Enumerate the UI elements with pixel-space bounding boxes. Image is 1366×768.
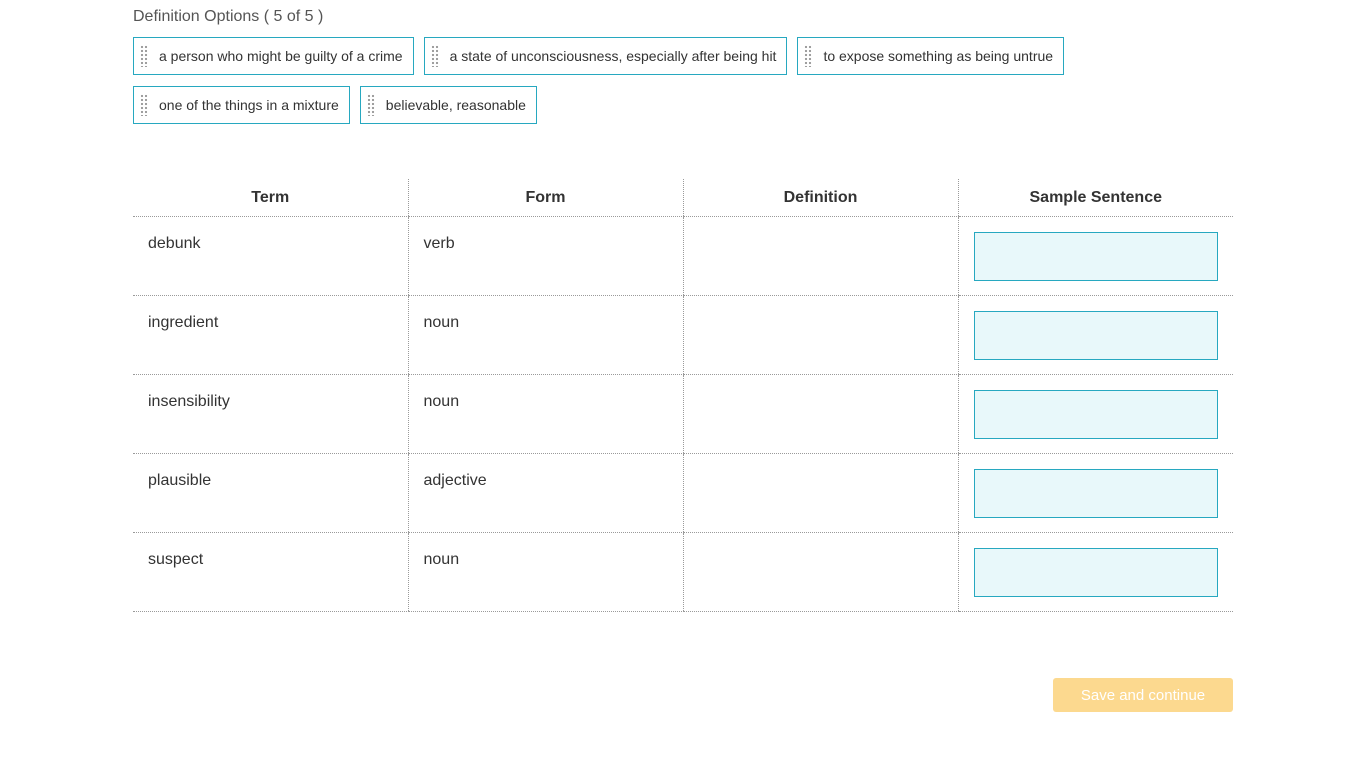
sample-sentence-cell (957, 295, 1233, 375)
definition-option-text: a state of unconsciousness, especially a… (449, 48, 777, 64)
sample-sentence-cell (957, 532, 1233, 612)
sample-sentence-cell (957, 453, 1233, 533)
sample-sentence-input[interactable] (973, 469, 1218, 518)
definition-option-chip[interactable]: a state of unconsciousness, especially a… (423, 37, 788, 75)
column-header-form: Form (407, 179, 683, 217)
table-row: insensibility noun (133, 374, 1233, 454)
definition-option-text: believable, reasonable (385, 97, 526, 113)
table-header-row: Term Form Definition Sample Sentence (133, 179, 1233, 217)
definition-option-text: to expose something as being untrue (823, 48, 1054, 64)
form-cell: adjective (407, 453, 683, 533)
table-row: ingredient noun (133, 295, 1233, 375)
sample-sentence-cell (957, 216, 1233, 296)
term-cell: debunk (133, 216, 408, 296)
definition-option-chip[interactable]: a person who might be guilty of a crime (133, 37, 414, 75)
sample-sentence-cell (957, 374, 1233, 454)
term-cell: plausible (133, 453, 408, 533)
instruction-text-cut-off (133, 0, 137, 7)
definition-drop-zone[interactable] (682, 374, 958, 454)
form-cell: noun (407, 295, 683, 375)
definition-option-chip[interactable]: believable, reasonable (359, 86, 537, 124)
sample-sentence-input[interactable] (973, 232, 1218, 281)
sample-sentence-input[interactable] (973, 390, 1218, 439)
table-row: suspect noun (133, 532, 1233, 612)
definition-options-list: a person who might be guilty of a crime … (133, 37, 1233, 124)
definition-drop-zone[interactable] (682, 453, 958, 533)
drag-handle-icon[interactable] (430, 45, 439, 67)
column-header-sample-sentence: Sample Sentence (957, 179, 1233, 217)
definition-options-label: Definition Options ( 5 of 5 ) (133, 8, 324, 25)
form-cell: noun (407, 374, 683, 454)
form-cell: noun (407, 532, 683, 612)
definition-option-chip[interactable]: one of the things in a mixture (133, 86, 350, 124)
definition-drop-zone[interactable] (682, 295, 958, 375)
term-cell: suspect (133, 532, 408, 612)
form-cell: verb (407, 216, 683, 296)
definition-drop-zone[interactable] (682, 532, 958, 612)
column-header-definition: Definition (682, 179, 958, 217)
save-and-continue-button[interactable]: Save and continue (1053, 678, 1233, 712)
drag-handle-icon[interactable] (366, 94, 375, 116)
drag-handle-icon[interactable] (804, 45, 813, 67)
drag-handle-icon[interactable] (140, 45, 148, 67)
term-cell: insensibility (133, 374, 408, 454)
term-cell: ingredient (133, 295, 408, 375)
definition-option-text: a person who might be guilty of a crime (159, 48, 403, 64)
table-row: plausible adjective (133, 453, 1233, 533)
table-row: debunk verb (133, 216, 1233, 296)
definition-drop-zone[interactable] (682, 216, 958, 296)
vocabulary-table: Term Form Definition Sample Sentence deb… (133, 179, 1233, 612)
column-header-term: Term (133, 179, 408, 217)
definition-option-chip[interactable]: to expose something as being untrue (797, 37, 1065, 75)
sample-sentence-input[interactable] (973, 311, 1218, 360)
drag-handle-icon[interactable] (140, 94, 148, 116)
sample-sentence-input[interactable] (973, 548, 1218, 597)
definition-option-text: one of the things in a mixture (159, 97, 339, 113)
